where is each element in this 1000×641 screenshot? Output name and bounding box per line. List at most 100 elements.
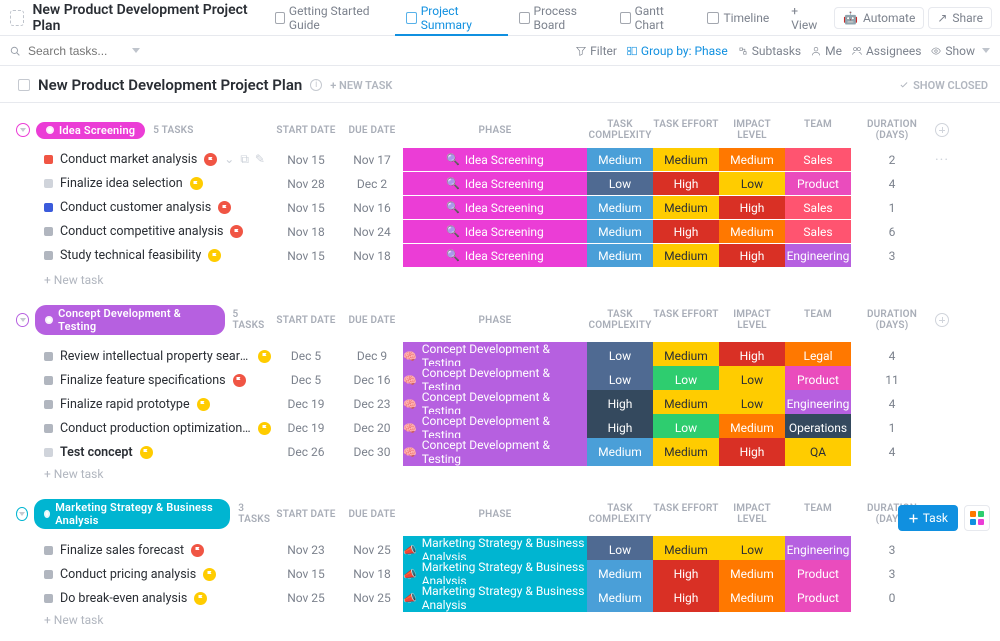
start-date-cell[interactable]: Nov 23 (271, 543, 341, 557)
tab-guide[interactable]: Getting Started Guide (264, 0, 396, 35)
due-date-cell[interactable]: Dec 16 (341, 373, 403, 387)
column-header-duration[interactable]: DURATION (DAYS) (851, 309, 933, 331)
task-status-icon[interactable] (44, 352, 53, 361)
task-row[interactable]: Do break-even analysisNov 25Nov 25📣Marke… (12, 583, 988, 607)
chevron-down-icon[interactable] (132, 48, 140, 53)
add-column-button[interactable] (935, 313, 949, 327)
phase-cell[interactable]: 🔍Idea Screening (403, 172, 587, 195)
task-row[interactable]: Finalize rapid prototypeDec 19Dec 23🧠Con… (12, 389, 988, 413)
task-name[interactable]: Finalize sales forecast (60, 543, 184, 558)
due-date-cell[interactable]: Nov 16 (341, 201, 403, 215)
effort-cell[interactable]: High (653, 584, 719, 612)
due-date-cell[interactable]: Dec 30 (341, 445, 403, 459)
complexity-cell[interactable]: Medium (587, 438, 653, 466)
task-status-icon[interactable] (44, 155, 53, 164)
due-date-cell[interactable]: Nov 17 (341, 153, 403, 167)
task-name[interactable]: Review intellectual property search (60, 349, 251, 364)
priority-flag-icon[interactable] (204, 153, 217, 166)
impact-cell[interactable]: Medium (719, 148, 785, 171)
column-header-effort[interactable]: TASK EFFORT (653, 309, 719, 331)
start-date-cell[interactable]: Nov 15 (271, 201, 341, 215)
task-status-icon[interactable] (44, 424, 53, 433)
column-header-complexity[interactable]: TASK COMPLEXITY (587, 503, 653, 525)
due-date-cell[interactable]: Dec 2 (341, 177, 403, 191)
duration-cell[interactable]: 6 (851, 225, 933, 239)
automate-button[interactable]: 🤖 Automate (834, 7, 924, 29)
impact-cell[interactable]: Low (719, 172, 785, 195)
phase-cell[interactable]: 🔍Idea Screening (403, 220, 587, 243)
column-header-team[interactable]: TEAM (785, 503, 851, 525)
complexity-cell[interactable]: Medium (587, 220, 653, 243)
share-button[interactable]: ↗ Share (928, 7, 992, 29)
task-status-icon[interactable] (44, 376, 53, 385)
start-date-cell[interactable]: Nov 18 (271, 225, 341, 239)
column-header-phase[interactable]: PHASE (403, 509, 587, 520)
task-name[interactable]: Conduct competitive analysis (60, 224, 223, 239)
team-cell[interactable]: Sales (785, 220, 851, 243)
priority-flag-icon[interactable] (190, 177, 203, 190)
task-row[interactable]: Conduct customer analysisNov 15Nov 16🔍Id… (12, 195, 988, 219)
due-date-cell[interactable]: Nov 25 (341, 543, 403, 557)
show-button[interactable]: Show (931, 44, 990, 58)
effort-cell[interactable]: Medium (653, 438, 719, 466)
row-menu-button[interactable]: ··· (933, 152, 951, 168)
column-header-effort[interactable]: TASK EFFORT (653, 119, 719, 141)
duration-cell[interactable]: 2 (851, 153, 933, 167)
priority-flag-icon[interactable] (140, 446, 153, 459)
start-date-cell[interactable]: Nov 15 (271, 567, 341, 581)
new-task-fab[interactable]: Task (898, 505, 958, 531)
start-date-cell[interactable]: Nov 25 (271, 591, 341, 605)
task-status-icon[interactable] (44, 179, 53, 188)
task-row[interactable]: Conduct production optimization analysis… (12, 413, 988, 437)
start-date-cell[interactable]: Dec 5 (271, 373, 341, 387)
impact-cell[interactable]: High (719, 196, 785, 219)
complexity-cell[interactable]: Medium (587, 584, 653, 612)
duration-cell[interactable]: 4 (851, 349, 933, 363)
column-header-start[interactable]: START DATE (271, 509, 341, 520)
task-row[interactable]: Conduct pricing analysisNov 15Nov 18📣Mar… (12, 559, 988, 583)
task-status-icon[interactable] (44, 448, 53, 457)
task-status-icon[interactable] (44, 400, 53, 409)
column-header-team[interactable]: TEAM (785, 119, 851, 141)
duration-cell[interactable]: 3 (851, 543, 933, 557)
column-header-phase[interactable]: PHASE (403, 315, 587, 326)
me-button[interactable]: Me (811, 44, 842, 58)
task-name[interactable]: Finalize feature specifications (60, 373, 226, 388)
task-name[interactable]: Study technical feasibility (60, 248, 201, 263)
due-date-cell[interactable]: Nov 18 (341, 567, 403, 581)
group-badge[interactable]: Idea Screening (36, 122, 145, 139)
due-date-cell[interactable]: Nov 18 (341, 249, 403, 263)
column-header-impact[interactable]: IMPACT LEVEL (719, 309, 785, 331)
due-date-cell[interactable]: Nov 25 (341, 591, 403, 605)
info-icon[interactable]: i (310, 79, 322, 91)
tab-board[interactable]: Process Board (508, 0, 609, 35)
duration-cell[interactable]: 11 (851, 373, 933, 387)
priority-flag-icon[interactable] (203, 568, 216, 581)
subtasks-button[interactable]: Subtasks (738, 44, 801, 58)
priority-flag-icon[interactable] (233, 374, 246, 387)
search-input[interactable] (26, 43, 126, 59)
column-header-impact[interactable]: IMPACT LEVEL (719, 503, 785, 525)
new-task-row[interactable]: + New task (12, 267, 988, 291)
collapse-group-icon[interactable] (16, 507, 28, 521)
impact-cell[interactable]: Medium (719, 220, 785, 243)
task-name[interactable]: Finalize rapid prototype (60, 397, 190, 412)
team-cell[interactable]: Sales (785, 196, 851, 219)
tab-summary[interactable]: Project Summary (395, 0, 508, 35)
start-date-cell[interactable]: Nov 15 (271, 153, 341, 167)
task-status-icon[interactable] (44, 203, 53, 212)
apps-button[interactable] (964, 505, 990, 531)
task-name[interactable]: Test concept (60, 445, 133, 460)
phase-cell[interactable]: 🔍Idea Screening (403, 196, 587, 219)
priority-flag-icon[interactable] (218, 201, 231, 214)
collapse-group-icon[interactable] (16, 313, 29, 327)
task-status-icon[interactable] (44, 594, 53, 603)
duration-cell[interactable]: 0 (851, 591, 933, 605)
team-cell[interactable]: Product (785, 584, 851, 612)
duration-cell[interactable]: 4 (851, 177, 933, 191)
start-date-cell[interactable]: Dec 5 (271, 349, 341, 363)
complexity-cell[interactable]: Medium (587, 196, 653, 219)
task-name[interactable]: Finalize idea selection (60, 176, 183, 191)
start-date-cell[interactable]: Dec 19 (271, 421, 341, 435)
start-date-cell[interactable]: Dec 26 (271, 445, 341, 459)
